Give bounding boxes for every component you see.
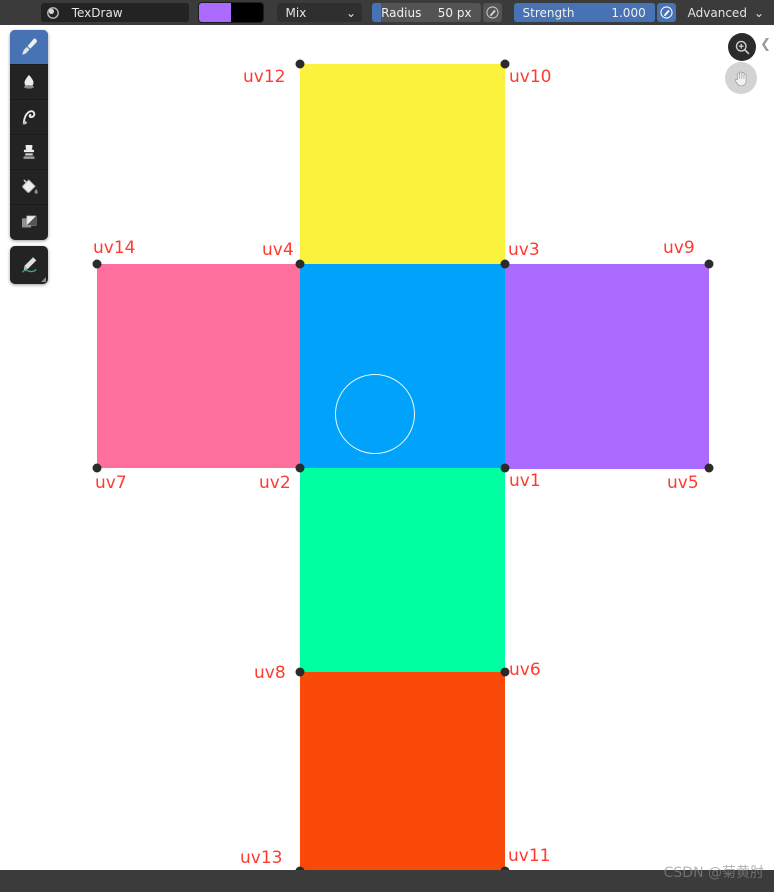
zoom-in-icon[interactable]: [728, 33, 756, 61]
uv-vertex-uv14[interactable]: [92, 259, 102, 269]
paint-bucket-icon: [19, 177, 40, 198]
quad-orange[interactable]: [300, 672, 505, 870]
uv-vertex-uv9[interactable]: [704, 259, 714, 269]
status-bar: [0, 870, 774, 892]
tool-soften[interactable]: [10, 65, 48, 100]
uv-label-uv1: uv1: [509, 471, 541, 491]
brush-name-text: TexDraw: [71, 5, 123, 20]
advanced-label: Advanced: [687, 5, 747, 20]
tool-draw[interactable]: [10, 30, 48, 65]
blender-texture-paint-window: TexDraw Mix ⌄ Radius 50 px Strength 1.00…: [0, 0, 774, 892]
uv-label-uv8: uv8: [254, 663, 286, 683]
uv-vertex-uv3[interactable]: [500, 259, 510, 269]
radius-value: 50 px: [437, 5, 472, 20]
secondary-color-swatch[interactable]: [230, 3, 263, 22]
uv-label-uv9: uv9: [663, 238, 695, 258]
chevron-down-icon: ⌄: [753, 5, 764, 20]
quad-pink[interactable]: [97, 264, 300, 468]
paintbrush-icon: [18, 36, 40, 58]
uv-label-uv14: uv14: [93, 238, 136, 258]
color-swatches: [198, 3, 263, 22]
chevron-left-icon[interactable]: ❮: [760, 38, 771, 51]
tool-clone[interactable]: [10, 135, 48, 170]
annotate-pencil-icon: [21, 257, 37, 273]
advanced-dropdown[interactable]: Advanced ⌄: [688, 6, 764, 20]
droplet-icon: [19, 72, 39, 92]
brush-name-field[interactable]: TexDraw: [63, 3, 189, 22]
uv-label-uv7: uv7: [95, 473, 127, 493]
uv-label-uv10: uv10: [509, 67, 552, 87]
smear-icon: [19, 107, 40, 128]
uv-vertex-uv7[interactable]: [92, 463, 102, 473]
header-left-spacer: [0, 0, 41, 25]
tool-fill[interactable]: [10, 170, 48, 205]
primary-color-swatch[interactable]: [198, 3, 231, 22]
mask-icon: [19, 213, 39, 233]
uv-label-uv4: uv4: [262, 240, 294, 260]
chevron-down-icon: ⌄: [346, 5, 357, 20]
tool-smear[interactable]: [10, 100, 48, 135]
tool-expand-corner-icon: [41, 277, 46, 282]
brush-cursor-circle: [335, 374, 415, 454]
strength-label: Strength: [522, 5, 575, 20]
blend-mode-label: Mix: [285, 5, 307, 20]
uv-label-uv12: uv12: [243, 67, 286, 87]
header-toolbar: TexDraw Mix ⌄ Radius 50 px Strength 1.00…: [0, 0, 774, 25]
watermark-text: CSDN @菊黄肘: [663, 865, 764, 881]
uv-label-uv3: uv3: [508, 240, 540, 260]
uv-image-canvas[interactable]: uv12 uv10 uv14 uv4 uv3 uv9 uv7 uv2 uv1 uv5 uv8 uv6 u…: [0, 25, 774, 870]
quad-yellow[interactable]: [300, 64, 505, 264]
uv-vertex-uv2[interactable]: [295, 463, 305, 473]
blend-mode-select[interactable]: Mix ⌄: [276, 3, 363, 22]
uv-label-uv6: uv6: [509, 660, 541, 680]
uv-vertex-uv12[interactable]: [295, 59, 305, 69]
tool-mask[interactable]: [10, 205, 48, 240]
brush-circle-icon[interactable]: [41, 3, 64, 22]
uv-vertex-uv8[interactable]: [295, 667, 305, 677]
quad-green[interactable]: [300, 468, 505, 672]
radius-texture-icon[interactable]: [482, 3, 502, 22]
radius-label: Radius: [381, 5, 422, 20]
uv-vertex-uv5[interactable]: [704, 463, 714, 473]
tool-annotate[interactable]: [10, 246, 48, 284]
tool-palette: [10, 30, 48, 240]
strength-value: 1.000: [611, 5, 646, 20]
strength-texture-icon[interactable]: [656, 3, 676, 22]
clone-stamp-icon: [19, 142, 39, 162]
uv-label-uv2: uv2: [259, 473, 291, 493]
strength-slider[interactable]: Strength 1.000: [513, 3, 655, 22]
radius-slider[interactable]: Radius 50 px: [372, 3, 481, 22]
uv-label-uv11: uv11: [508, 846, 551, 866]
uv-vertex-uv4[interactable]: [295, 259, 305, 269]
uv-label-uv5: uv5: [667, 473, 699, 493]
hand-pan-icon[interactable]: [725, 62, 757, 94]
uv-label-uv13: uv13: [240, 848, 283, 868]
quad-purple[interactable]: [505, 264, 709, 469]
